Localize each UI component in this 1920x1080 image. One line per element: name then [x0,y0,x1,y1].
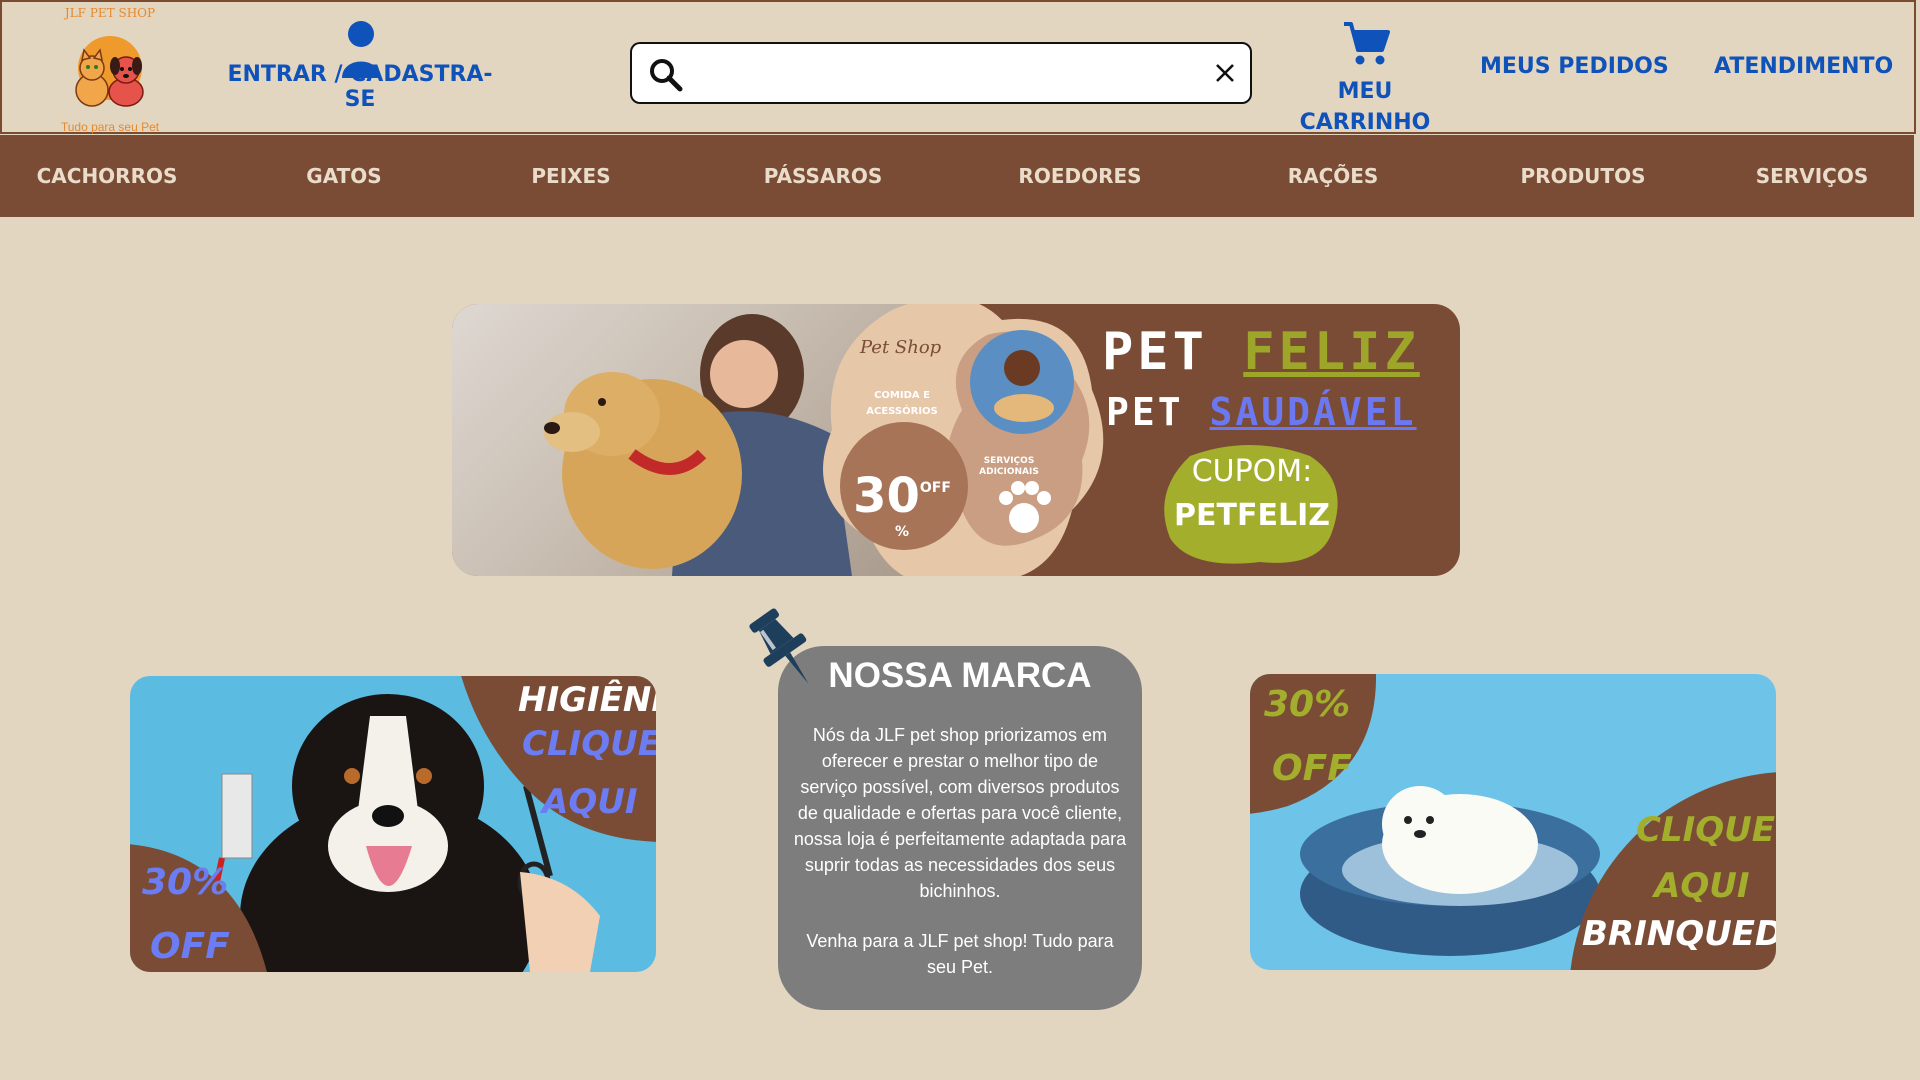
close-icon[interactable] [1214,62,1236,84]
logo-title: JLF PET SHOP [64,6,156,20]
hygiene-discount-line2: OFF [150,926,230,967]
headline-pet-word-2: PET [1106,390,1184,434]
nav-item-passaros[interactable]: PÁSSAROS [764,135,883,217]
nav-item-peixes[interactable]: PEIXES [531,135,610,217]
cart-icon [1344,22,1390,65]
toy-promo-banner[interactable]: 30% OFF CLIQUE AQUI BRINQUEDO [1250,674,1776,970]
toy-title: BRINQUEDO [1582,914,1776,954]
headline-pet-feliz: PET FELIZ [1102,322,1420,382]
discount-30-off: 30OFF% [852,468,952,560]
nav-item-gatos[interactable]: GATOS [306,135,381,217]
coupon-code: PETFELIZ [1174,498,1330,533]
support-link[interactable]: ATENDIMENTO [1714,54,1893,79]
headline-saudavel-word: SAUDÁVEL [1209,390,1417,434]
hygiene-title: HIGIÊNE [518,680,656,720]
hygiene-cta-line1: CLIQUE [522,724,656,764]
hygiene-promo-banner[interactable]: HIGIÊNE CLIQUE AQUI 30% OFF [130,676,656,972]
toy-cta-line1: CLIQUE [1636,810,1776,850]
pets-logo-illustration [75,36,144,107]
food-accessories-label: COMIDA E ACESSÓRIOS [866,390,938,417]
nav-item-racoes[interactable]: RAÇÕES [1288,135,1379,217]
discount-pct: % [894,524,910,540]
discount-off-word: OFF [919,480,951,496]
brand-paragraph-1: Nós da JLF pet shop priorizamos em ofere… [793,725,1127,901]
headline-pet-word: PET [1102,322,1208,382]
search-bar [630,42,1252,104]
login-register-link[interactable]: ENTRAR / CADASTRA-SE [214,20,506,112]
nav-item-roedores[interactable]: ROEDORES [1018,135,1141,217]
search-input[interactable] [698,52,1202,96]
nav-item-produtos[interactable]: PRODUTOS [1521,135,1646,217]
headline-pet-saudavel: PET SAUDÁVEL [1106,390,1417,434]
hygiene-discount-line1: 30% [142,862,229,903]
pet-shop-script-label: Pet Shop [860,337,942,358]
logo-tagline: Tudo para seu Pet [60,120,160,134]
hygiene-cta-line2: AQUI [542,782,638,822]
headline-feliz-word: FELIZ [1243,322,1420,382]
pushpin-icon [749,608,809,684]
search-icon[interactable] [648,57,684,93]
toy-cta-line2: AQUI [1654,866,1750,906]
extra-services-label: SERVIÇOS ADICIONAIS [979,456,1039,477]
category-nav: CACHORROS GATOS PEIXES PÁSSAROS ROEDORES… [0,135,1914,217]
cart-link[interactable]: MEU CARRINHO [1292,20,1438,135]
login-register-label: ENTRAR / CADASTRA-SE [227,62,493,112]
hero-banner[interactable]: Pet Shop COMIDA E ACESSÓRIOS 30OFF% SERV… [452,304,1460,576]
nav-item-cachorros[interactable]: CACHORROS [37,135,178,217]
coupon-label: CUPOM: [1191,454,1313,489]
dog-figure [108,56,144,107]
brand-paragraph-2: Venha para a JLF pet shop! Tudo para seu… [806,931,1114,977]
toy-discount-line2: OFF [1272,748,1352,789]
discount-number: 30 [853,468,920,524]
brand-title: NOSSA MARCA [828,656,1092,695]
nav-item-servicos[interactable]: SERVIÇOS [1756,135,1868,217]
site-logo[interactable]: JLF PET SHOP Tudo para seu Pet [50,6,170,134]
brand-card: NOSSA MARCA Nós da JLF pet shop prioriza… [778,646,1142,1010]
cart-label: MEU CARRINHO [1299,79,1431,135]
my-orders-link[interactable]: MEUS PEDIDOS [1480,54,1669,79]
toy-discount-line1: 30% [1264,684,1351,725]
site-header: JLF PET SHOP Tudo para seu Pet ENTRAR / … [0,0,1916,135]
